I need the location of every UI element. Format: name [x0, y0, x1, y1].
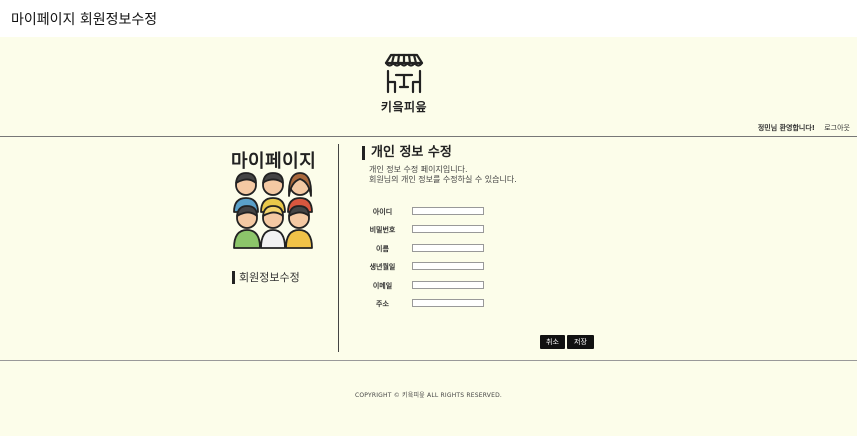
brand-name: 키읔피읖	[380, 100, 428, 114]
cancel-button[interactable]: 취소	[540, 335, 565, 349]
save-button[interactable]: 저장	[567, 335, 594, 349]
user-bar: 정민님 환영합니다! 로그아웃	[758, 123, 850, 133]
birthdate-label: 생년월일	[369, 263, 396, 271]
description-line: 개인 정보 수정 페이지입니다.	[369, 165, 468, 174]
market-stall-icon	[384, 53, 424, 94]
id-input[interactable]	[412, 207, 484, 215]
page-title: 마이페이지 회원정보수정	[11, 12, 158, 28]
description-line: 회원님의 개인 정보를 수정하실 수 있습니다.	[369, 175, 517, 184]
birthdate-input[interactable]	[412, 262, 484, 270]
password-label: 비밀번호	[369, 226, 396, 234]
email-input[interactable]	[412, 281, 484, 289]
copyright-text: COPYRIGHT © 키읔피읖 ALL RIGHTS RESERVED.	[354, 392, 503, 399]
sidebar-item-member-edit[interactable]: 회원정보수정	[232, 271, 300, 284]
section-description: 개인 정보 수정 페이지입니다. 회원님의 개인 정보를 수정하실 수 있습니다…	[369, 165, 517, 185]
footer-divider	[0, 360, 857, 361]
logout-link[interactable]: 로그아웃	[824, 124, 850, 132]
email-label: 이메일	[372, 282, 393, 290]
id-label: 아이디	[372, 208, 393, 216]
name-label: 이름	[376, 245, 389, 253]
page-container: 키읔피읖 정민님 환영합니다! 로그아웃 마이페이지 회원정보수정 개인 정보 …	[0, 37, 857, 436]
section-title: 개인 정보 수정	[362, 146, 452, 160]
welcome-text: 정민님 환영합니다!	[757, 124, 815, 132]
address-label: 주소	[376, 300, 389, 308]
people-group-icon	[233, 170, 315, 254]
header-divider	[0, 136, 857, 137]
name-input[interactable]	[412, 244, 484, 252]
password-input[interactable]	[412, 225, 484, 233]
address-input[interactable]	[412, 299, 484, 307]
content-divider	[338, 144, 339, 352]
logo[interactable]: 키읔피읖	[376, 51, 432, 115]
